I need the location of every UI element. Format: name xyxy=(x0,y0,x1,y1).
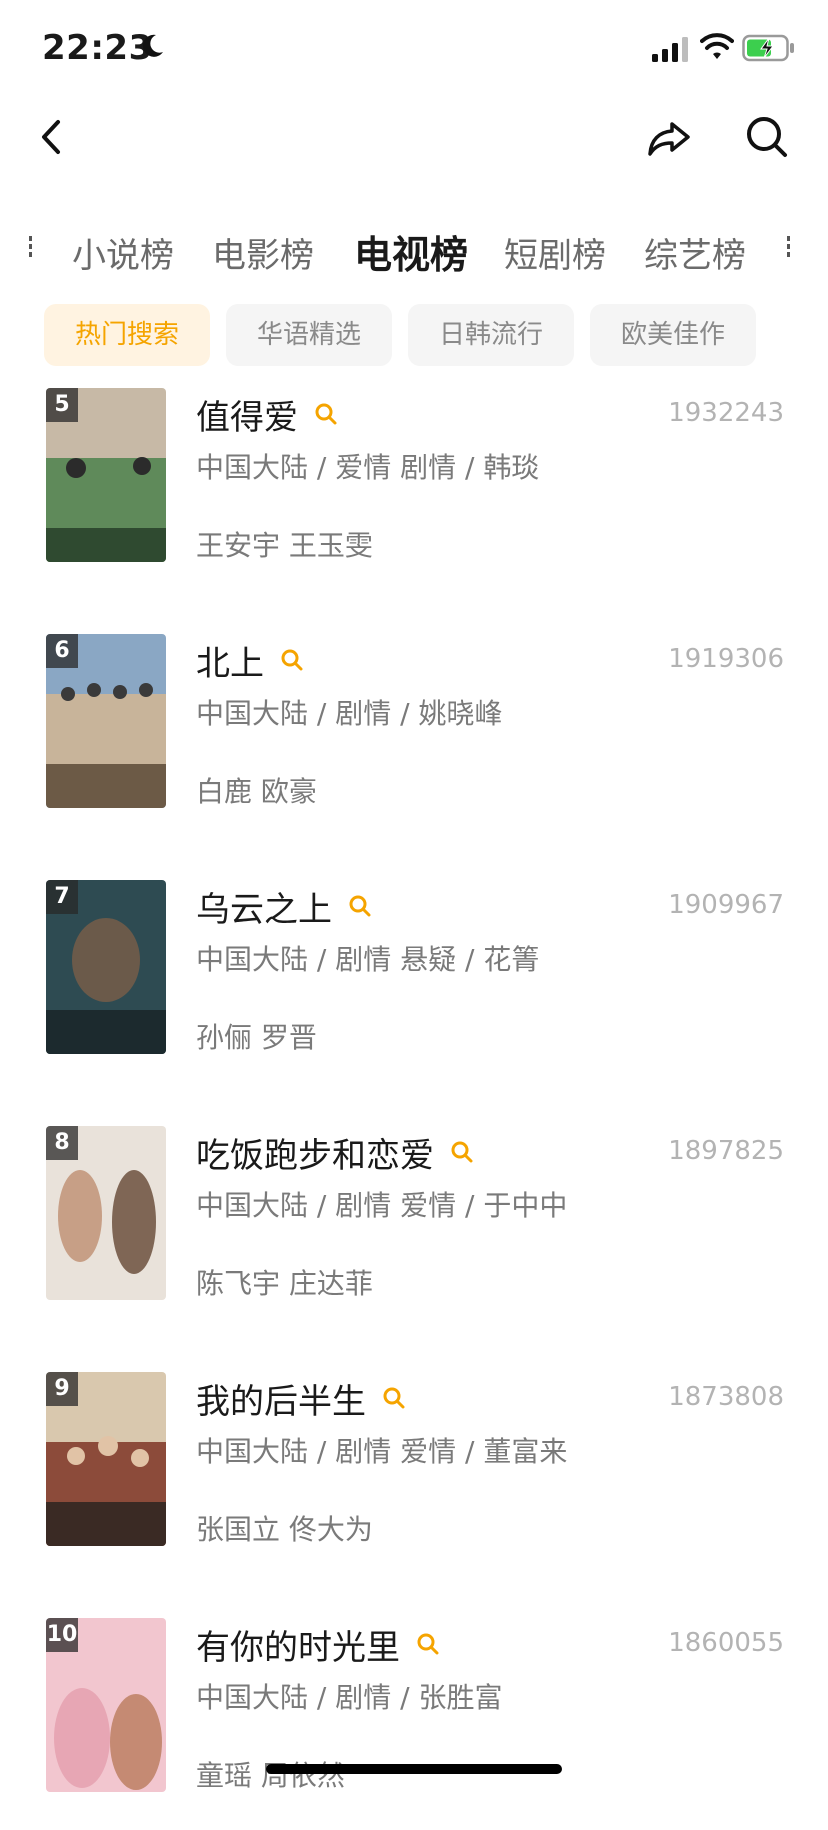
status-time: 22:23 xyxy=(42,28,153,68)
chip-jp-kr-popular[interactable]: 日韩流行 xyxy=(408,304,574,366)
list-item[interactable]: 9 我的后半生 1873808 中国大陆 / 剧情 爱情 / 董富来 张国立 佟… xyxy=(0,1354,828,1584)
category-tabs: 小说榜 电影榜 电视榜 短剧榜 综艺榜 xyxy=(0,220,828,280)
search-icon[interactable] xyxy=(744,112,790,162)
search-count: 1860055 xyxy=(668,1628,784,1658)
item-title[interactable]: 有你的时光里 xyxy=(196,1620,400,1669)
search-count: 1919306 xyxy=(668,644,784,674)
rank-badge: 8 xyxy=(46,1126,78,1160)
item-cast: 孙俪 罗晋 xyxy=(196,1021,317,1054)
search-count: 1873808 xyxy=(668,1382,784,1412)
back-icon[interactable] xyxy=(34,112,68,162)
poster-image: 8 xyxy=(46,1126,166,1300)
rank-badge: 5 xyxy=(46,388,78,422)
tab-tv[interactable]: 电视榜 xyxy=(354,224,468,279)
search-count: 1897825 xyxy=(668,1136,784,1166)
list-item[interactable]: 7 乌云之上 1909967 中国大陆 / 剧情 悬疑 / 花箐 孙俪 罗晋 xyxy=(0,862,828,1092)
rank-badge: 7 xyxy=(46,880,78,914)
home-indicator[interactable] xyxy=(266,1764,562,1774)
filter-chips: 热门搜索 华语精选 日韩流行 欧美佳作 xyxy=(0,304,828,366)
status-bar: 22:23 xyxy=(0,0,828,100)
poster-image: 7 xyxy=(46,880,166,1054)
item-cast: 王安宇 王玉雯 xyxy=(196,529,373,562)
chip-hot-search[interactable]: 热门搜索 xyxy=(44,304,210,366)
item-cast: 白鹿 欧豪 xyxy=(196,775,317,808)
item-meta: 中国大陆 / 剧情 悬疑 / 花箐 xyxy=(196,943,540,976)
moon-icon xyxy=(142,34,163,57)
item-meta: 中国大陆 / 剧情 / 姚晓峰 xyxy=(196,697,503,730)
item-title[interactable]: 我的后半生 xyxy=(196,1374,366,1423)
item-meta: 中国大陆 / 剧情 爱情 / 于中中 xyxy=(196,1189,568,1222)
item-meta: 中国大陆 / 爱情 剧情 / 韩琰 xyxy=(196,451,540,484)
list-item[interactable]: 5 值得爱 1932243 中国大陆 / 爱情 剧情 / 韩琰 王安宇 王玉雯 xyxy=(0,370,828,600)
item-title[interactable]: 北上 xyxy=(196,636,264,685)
tab-movie[interactable]: 电影榜 xyxy=(212,228,314,277)
item-meta: 中国大陆 / 剧情 / 张胜富 xyxy=(196,1681,503,1714)
search-icon[interactable] xyxy=(314,402,338,426)
poster-image: 5 xyxy=(46,388,166,562)
poster-image: 10 xyxy=(46,1618,166,1792)
tab-novel[interactable]: 小说榜 xyxy=(72,228,174,277)
rank-badge: 10 xyxy=(46,1618,78,1652)
share-icon[interactable] xyxy=(644,112,694,162)
poster-image: 6 xyxy=(46,634,166,808)
wifi-icon xyxy=(700,33,734,59)
tab-variety[interactable]: 综艺榜 xyxy=(644,228,746,277)
poster-image: 9 xyxy=(46,1372,166,1546)
search-icon[interactable] xyxy=(280,648,304,672)
search-count: 1909967 xyxy=(668,890,784,920)
battery-charging-icon xyxy=(742,34,794,62)
search-icon[interactable] xyxy=(382,1386,406,1410)
item-meta: 中国大陆 / 剧情 爱情 / 董富来 xyxy=(196,1435,568,1468)
tab-scroll-edge-left xyxy=(28,234,34,258)
search-count: 1932243 xyxy=(668,398,784,428)
list-item[interactable]: 8 吃饭跑步和恋爱 1897825 中国大陆 / 剧情 爱情 / 于中中 陈飞宇… xyxy=(0,1108,828,1338)
chip-western-picks[interactable]: 欧美佳作 xyxy=(590,304,756,366)
item-cast: 陈飞宇 庄达菲 xyxy=(196,1267,373,1300)
rank-badge: 9 xyxy=(46,1372,78,1406)
list-item[interactable]: 6 北上 1919306 中国大陆 / 剧情 / 姚晓峰 白鹿 欧豪 xyxy=(0,616,828,846)
search-icon[interactable] xyxy=(348,894,372,918)
search-icon[interactable] xyxy=(416,1632,440,1656)
item-cast: 张国立 佟大为 xyxy=(196,1513,373,1546)
cellular-signal-icon xyxy=(652,37,688,62)
list-item[interactable]: 10 有你的时光里 1860055 中国大陆 / 剧情 / 张胜富 童瑶 周依然 xyxy=(0,1600,828,1830)
rank-badge: 6 xyxy=(46,634,78,668)
item-cast: 童瑶 周依然 xyxy=(196,1759,345,1792)
item-title[interactable]: 值得爱 xyxy=(196,390,298,439)
tab-scroll-edge-right xyxy=(786,234,792,258)
tab-short-drama[interactable]: 短剧榜 xyxy=(504,228,606,277)
item-title[interactable]: 乌云之上 xyxy=(196,882,332,931)
search-icon[interactable] xyxy=(450,1140,474,1164)
item-title[interactable]: 吃饭跑步和恋爱 xyxy=(196,1128,434,1177)
chip-chinese-picks[interactable]: 华语精选 xyxy=(226,304,392,366)
